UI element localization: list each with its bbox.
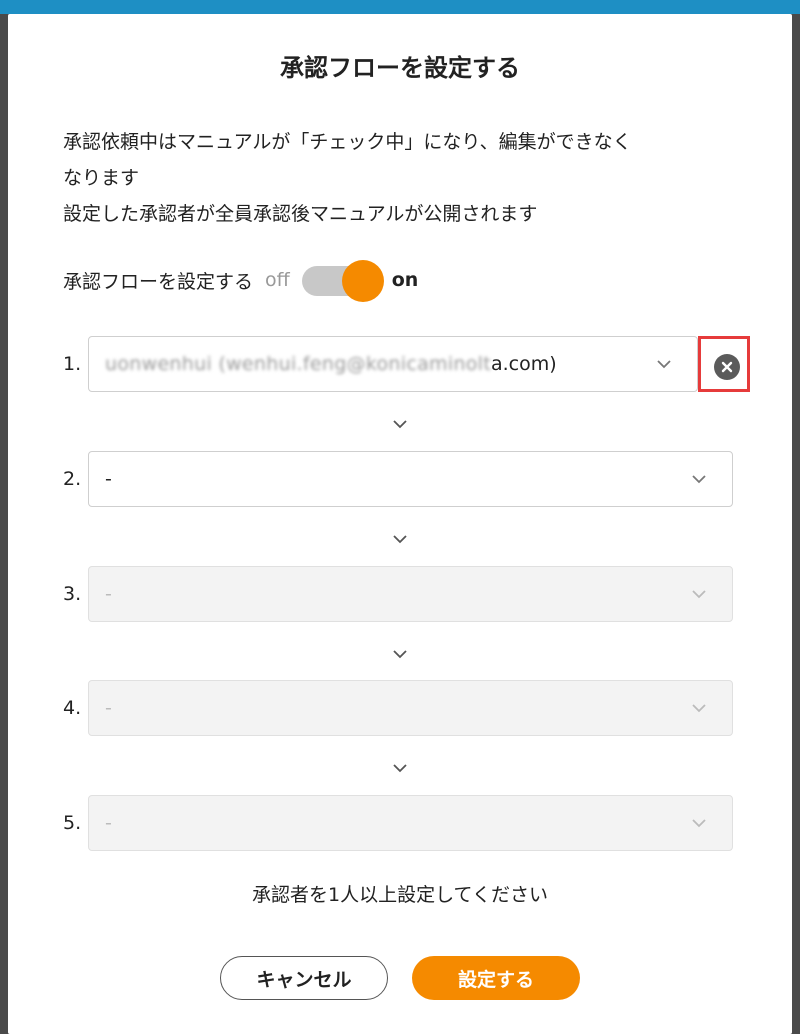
approver-value: -: [105, 583, 112, 605]
step-number: 3.: [63, 583, 82, 605]
approval-flow-dialog: 承認フローを設定する 承認依頼中はマニュアルが「チェック中」になり、編集ができな…: [8, 14, 792, 1034]
backdrop-left: [0, 14, 8, 1034]
approver-select-1[interactable]: uonwenhui (wenhui.feng@konicaminolt a.com…: [88, 336, 698, 392]
description-line-1: 承認依頼中はマニュアルが「チェック中」になり、編集ができなく: [63, 131, 632, 153]
description-line-2: なります: [63, 167, 140, 189]
chevron-down-icon: [393, 420, 407, 429]
close-circle-icon[interactable]: [714, 354, 740, 380]
chevron-down-icon: [393, 764, 407, 773]
page-top-bar: [0, 0, 800, 14]
approver-select-2[interactable]: -: [88, 451, 733, 507]
approver-step-5: 5. -: [63, 795, 753, 851]
approver-value-obscured: uonwenhui (wenhui.feng@konicaminolt: [105, 353, 491, 375]
description-line-3: 設定した承認者が全員承認後マニュアルが公開されます: [63, 203, 538, 225]
chevron-down-icon: [692, 704, 706, 713]
cancel-button[interactable]: キャンセル: [220, 956, 388, 1000]
toggle-off-label: off: [265, 269, 290, 291]
approver-value: -: [105, 468, 112, 490]
approver-select-3: -: [88, 566, 733, 622]
toggle-on-label: on: [391, 269, 419, 291]
approver-select-4: -: [88, 680, 733, 736]
approver-step-1: 1. uonwenhui (wenhui.feng@konicaminolt a.…: [63, 336, 753, 392]
toggle-label: 承認フローを設定する: [63, 270, 254, 293]
chevron-down-icon: [692, 819, 706, 828]
approver-step-4: 4. -: [63, 680, 753, 736]
toggle-knob[interactable]: [341, 260, 384, 302]
approver-value-visible: a.com): [491, 353, 557, 375]
step-number: 1.: [63, 353, 82, 375]
approval-flow-toggle-row: 承認フローを設定する off on: [63, 260, 419, 302]
step-number: 2.: [63, 468, 82, 490]
approver-value: -: [105, 812, 112, 834]
approver-step-3: 3. -: [63, 566, 753, 622]
chevron-down-icon: [692, 590, 706, 599]
remove-approver-highlight: [698, 336, 750, 392]
dialog-title: 承認フローを設定する: [280, 54, 520, 82]
dialog-description: 承認依頼中はマニュアルが「チェック中」になり、編集ができなく なります 設定した…: [63, 124, 763, 232]
approver-value: -: [105, 697, 112, 719]
step-number: 5.: [63, 812, 82, 834]
validation-hint: 承認者を1人以上設定してください: [252, 884, 548, 906]
chevron-down-icon: [393, 650, 407, 659]
approver-step-2: 2. -: [63, 451, 753, 507]
chevron-down-icon: [393, 535, 407, 544]
chevron-down-icon: [692, 475, 706, 484]
chevron-down-icon: [657, 360, 671, 369]
step-number: 4.: [63, 697, 82, 719]
backdrop-right: [792, 14, 800, 1034]
submit-button[interactable]: 設定する: [412, 956, 580, 1000]
approval-flow-toggle[interactable]: [301, 260, 384, 302]
approver-select-5: -: [88, 795, 733, 851]
